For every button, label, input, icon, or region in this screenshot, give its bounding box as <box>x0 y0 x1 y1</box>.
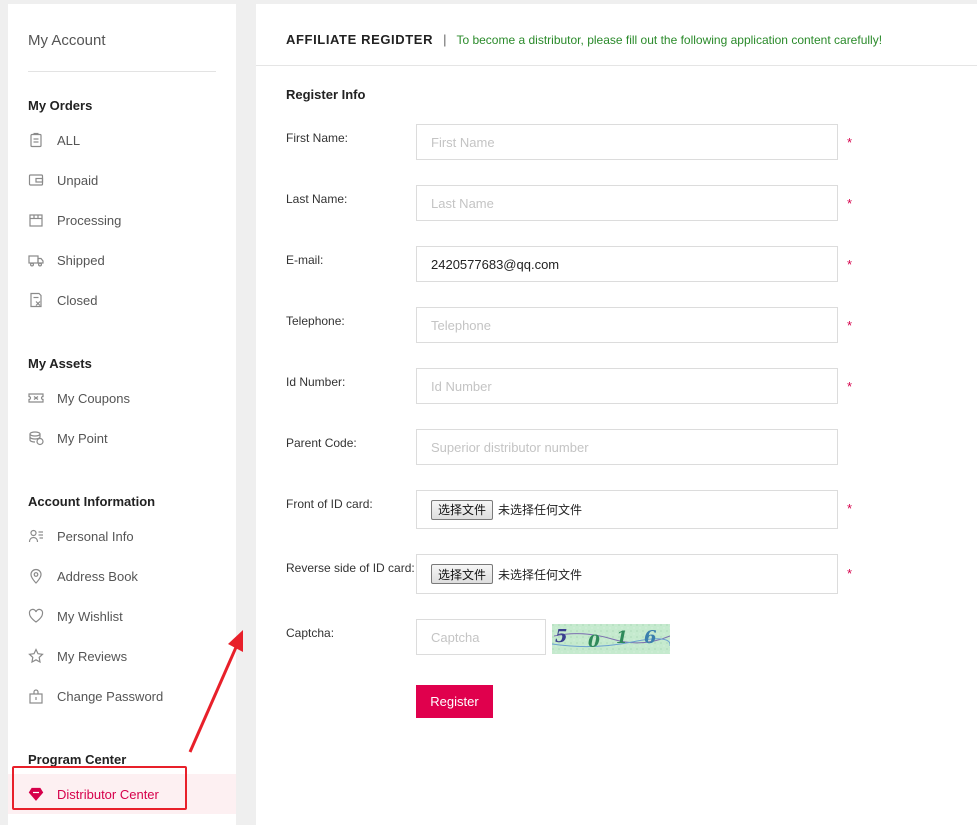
last-name-field[interactable] <box>416 185 838 221</box>
captcha-image[interactable]: 5 0 1 6 <box>552 624 670 654</box>
divider <box>28 71 216 72</box>
last-name-label: Last Name: <box>286 192 348 206</box>
captcha-field[interactable] <box>416 619 546 655</box>
parent-code-label: Parent Code: <box>286 436 357 450</box>
sidebar-item-label: Unpaid <box>57 172 99 188</box>
location-pin-icon <box>28 568 44 584</box>
sidebar-item-label: Change Password <box>57 688 164 704</box>
file-status-text: 未选择任何文件 <box>498 567 583 582</box>
email-label: E-mail: <box>286 253 324 267</box>
required-mark: * <box>847 196 853 211</box>
captcha-char: 1 <box>616 628 628 648</box>
orders-heading: My Orders <box>28 98 93 113</box>
program-heading: Program Center <box>28 752 127 767</box>
register-button[interactable]: Register <box>416 685 493 718</box>
sidebar-item-change-password[interactable]: Change Password <box>28 685 228 707</box>
sidebar-item-label: Processing <box>57 212 122 228</box>
coupon-icon <box>28 390 44 406</box>
heart-icon <box>28 608 44 624</box>
header-divider <box>256 65 977 66</box>
account-title[interactable]: My Account <box>28 32 106 49</box>
parent-code-field[interactable] <box>416 429 838 465</box>
closed-doc-icon <box>28 292 44 308</box>
choose-file-button[interactable]: 选择文件 <box>431 499 494 520</box>
choose-file-button[interactable]: 选择文件 <box>431 564 494 584</box>
box-icon <box>28 212 44 228</box>
sidebar-item-closed[interactable]: Closed <box>28 289 228 311</box>
sidebar-item-personal-info[interactable]: Personal Info <box>28 525 228 547</box>
lock-icon <box>28 688 44 704</box>
telephone-field[interactable] <box>416 307 838 343</box>
captcha-char: 5 <box>555 626 568 647</box>
sidebar-item-label: My Coupons <box>57 390 130 406</box>
sidebar-item-reviews[interactable]: My Reviews <box>28 645 228 667</box>
header-separator: | <box>443 32 447 47</box>
sidebar-item-label: Shipped <box>57 252 105 268</box>
first-name-label: First Name: <box>286 131 349 145</box>
front-id-file-input[interactable]: 选择文件 未选择任何文件 <box>416 490 838 529</box>
sidebar-item-all[interactable]: ALL <box>28 129 228 151</box>
front-id-label: Front of ID card: <box>286 497 373 511</box>
account-info-heading: Account Information <box>28 494 156 509</box>
required-mark: * <box>847 379 853 394</box>
required-mark: * <box>847 257 853 272</box>
sidebar-item-wishlist[interactable]: My Wishlist <box>28 605 228 627</box>
page-header: AFFILIATE REGIDTER | To become a distrib… <box>286 32 882 47</box>
sidebar-item-label: Closed <box>57 292 98 308</box>
coins-icon <box>28 430 44 446</box>
reverse-id-file-input[interactable]: 选择文件 未选择任何文件 <box>416 554 838 594</box>
user-card-icon <box>28 528 44 544</box>
reverse-id-label: Reverse side of ID card: <box>286 561 415 575</box>
section-title: Register Info <box>286 87 366 102</box>
assets-heading: My Assets <box>28 356 92 371</box>
required-mark: * <box>847 501 853 516</box>
page-subtitle: To become a distributor, please fill out… <box>456 32 883 47</box>
captcha-label: Captcha: <box>286 626 335 640</box>
sidebar-item-unpaid[interactable]: Unpaid <box>28 169 228 191</box>
page-title: AFFILIATE REGIDTER <box>286 32 434 47</box>
email-field[interactable] <box>416 246 838 282</box>
sidebar-item-address-book[interactable]: Address Book <box>28 565 228 587</box>
sidebar-item-label: My Reviews <box>57 648 128 664</box>
annotation-highlight-box <box>12 766 187 810</box>
captcha-char: 0 <box>588 632 600 652</box>
sidebar-item-coupons[interactable]: My Coupons <box>28 387 228 409</box>
sidebar-item-processing[interactable]: Processing <box>28 209 228 231</box>
required-mark: * <box>847 566 853 581</box>
required-mark: * <box>847 135 853 150</box>
sidebar-item-label: ALL <box>57 132 81 148</box>
telephone-label: Telephone: <box>286 314 345 328</box>
sidebar-item-label: My Point <box>57 430 108 446</box>
clipboard-icon <box>28 132 44 148</box>
star-icon <box>28 648 44 664</box>
first-name-field[interactable] <box>416 124 838 160</box>
sidebar: My Account My Orders ALL Unpaid Processi… <box>8 4 236 825</box>
sidebar-item-label: My Wishlist <box>57 608 123 624</box>
required-mark: * <box>847 318 853 333</box>
truck-icon <box>28 252 44 268</box>
id-number-field[interactable] <box>416 368 838 404</box>
file-status-text: 未选择任何文件 <box>498 503 583 517</box>
captcha-char: 6 <box>644 627 657 648</box>
sidebar-item-label: Personal Info <box>57 528 134 544</box>
sidebar-item-points[interactable]: My Point <box>28 427 228 449</box>
wallet-icon <box>28 172 44 188</box>
sidebar-item-shipped[interactable]: Shipped <box>28 249 228 271</box>
sidebar-item-label: Address Book <box>57 568 138 584</box>
main-panel: AFFILIATE REGIDTER | To become a distrib… <box>256 4 977 825</box>
id-number-label: Id Number: <box>286 375 346 389</box>
